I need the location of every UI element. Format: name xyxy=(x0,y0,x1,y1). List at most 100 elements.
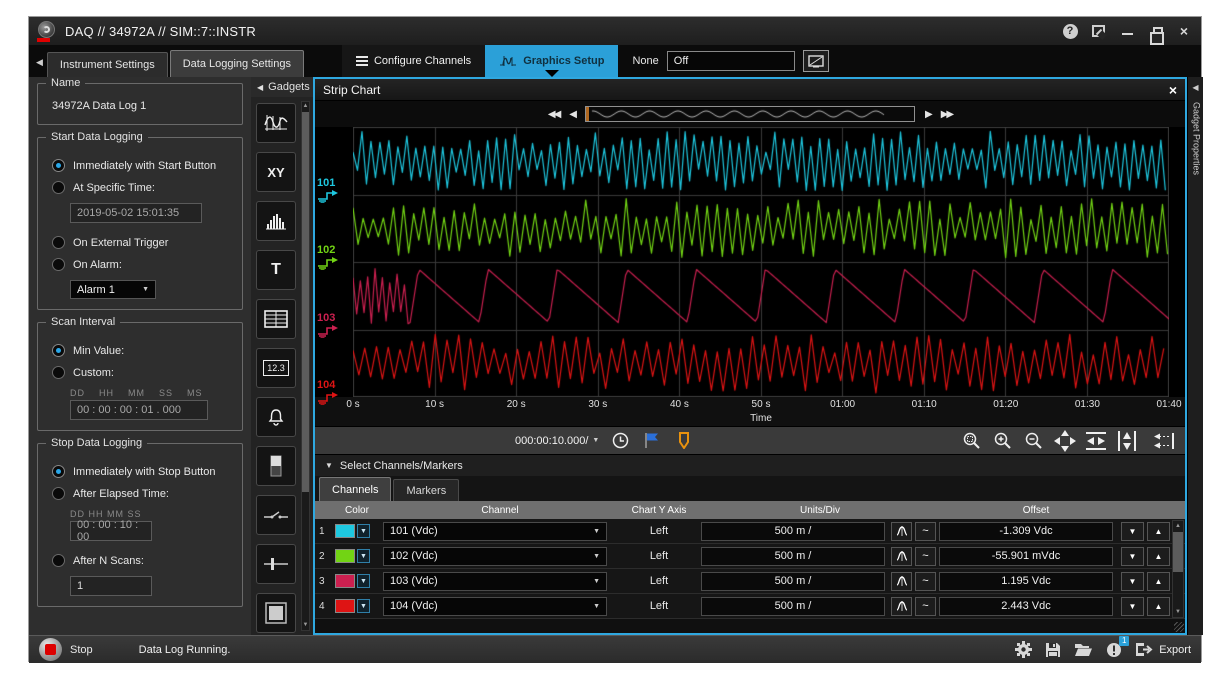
gadgets-header[interactable]: ◀ Gadgets xyxy=(251,77,313,97)
offset-decrease-button[interactable]: ▼ xyxy=(1121,547,1144,566)
gadget-toggle-button[interactable] xyxy=(256,446,296,486)
scroll-up-icon[interactable]: ▲ xyxy=(1173,521,1183,531)
save-button[interactable] xyxy=(1045,642,1061,658)
open-button[interactable] xyxy=(1074,642,1093,657)
help-button[interactable]: ? xyxy=(1061,23,1079,39)
scroll-down-icon[interactable]: ▼ xyxy=(302,621,309,630)
offset-decrease-button[interactable]: ▼ xyxy=(1121,597,1144,616)
export-button[interactable]: Export xyxy=(1135,642,1191,657)
chart-plot-area[interactable]: 101 102 103 xyxy=(315,127,1185,397)
offset-decrease-button[interactable]: ▼ xyxy=(1121,522,1144,541)
radio-start-on-alarm[interactable]: On Alarm: xyxy=(52,258,228,271)
expand-properties-icon[interactable]: ◀ xyxy=(1188,83,1203,92)
autoscale-button[interactable] xyxy=(891,547,912,566)
radio-scan-custom[interactable]: Custom: xyxy=(52,366,228,379)
color-dropdown-button[interactable]: ▼ xyxy=(357,549,370,563)
scroll-forward-button[interactable]: ▶ xyxy=(925,109,931,120)
gadget-alarm-button[interactable] xyxy=(256,397,296,437)
offset-field[interactable]: -55.901 mVdc xyxy=(939,547,1113,566)
radio-start-specific-time[interactable]: At Specific Time: xyxy=(52,181,228,194)
scroll-down-icon[interactable]: ▼ xyxy=(1173,607,1183,617)
table-scrollbar[interactable]: ▲ ▼ xyxy=(1172,520,1184,618)
scroll-first-button[interactable]: ◀◀ xyxy=(548,109,559,120)
tab-markers[interactable]: Markers xyxy=(393,479,459,501)
gadget-numeric-button[interactable]: 12.3 xyxy=(256,348,296,388)
offset-increase-button[interactable]: ▲ xyxy=(1147,572,1170,591)
offset-field[interactable]: 1.195 Vdc xyxy=(939,572,1113,591)
fit-all-button[interactable] xyxy=(1054,430,1076,452)
color-dropdown-button[interactable]: ▼ xyxy=(357,574,370,588)
gadget-table-button[interactable] xyxy=(256,299,296,339)
tab-channels[interactable]: Channels xyxy=(319,477,391,501)
elapsed-time-field[interactable]: 00 : 00 : 10 : 00 xyxy=(70,521,152,541)
ac-coupling-button[interactable]: ~ xyxy=(915,572,936,591)
chart-overview-scrollbar[interactable] xyxy=(585,106,915,122)
fit-horizontal-button[interactable] xyxy=(1085,430,1107,452)
offset-increase-button[interactable]: ▲ xyxy=(1147,547,1170,566)
n-scans-field[interactable]: 1 xyxy=(70,576,152,596)
autoscale-button[interactable] xyxy=(891,522,912,541)
display-capture-button[interactable] xyxy=(803,50,829,72)
gadget-switch-button[interactable] xyxy=(256,495,296,535)
tab-configure-channels[interactable]: Configure Channels xyxy=(342,45,485,77)
gadget-slider-button[interactable] xyxy=(256,544,296,584)
collapse-left-icon[interactable]: ◀ xyxy=(36,57,43,68)
strip-chart-close-button[interactable]: × xyxy=(1169,82,1177,98)
add-shield-marker-button[interactable] xyxy=(673,430,695,452)
channel-select[interactable]: 101 (Vdc)▼ xyxy=(383,522,607,541)
tab-graphics-setup[interactable]: Graphics Setup xyxy=(485,45,618,77)
scroll-back-button[interactable]: ◀ xyxy=(569,109,575,120)
gadget-xy-button[interactable]: XY xyxy=(256,152,296,192)
scroll-last-button[interactable]: ▶▶ xyxy=(941,109,952,120)
color-dropdown-button[interactable]: ▼ xyxy=(357,599,370,613)
zoom-out-button[interactable] xyxy=(1023,430,1045,452)
color-dropdown-button[interactable]: ▼ xyxy=(357,524,370,538)
overlay-select[interactable]: Off xyxy=(667,51,795,71)
ac-coupling-button[interactable]: ~ xyxy=(915,547,936,566)
stop-button[interactable] xyxy=(39,638,62,661)
channel-select[interactable]: 104 (Vdc)▼ xyxy=(383,597,607,616)
offset-increase-button[interactable]: ▲ xyxy=(1147,522,1170,541)
ac-coupling-button[interactable]: ~ xyxy=(915,522,936,541)
offset-decrease-button[interactable]: ▼ xyxy=(1121,572,1144,591)
start-time-field[interactable]: 2019-05-02 15:01:35 xyxy=(70,203,202,223)
gadget-button-button[interactable] xyxy=(256,593,296,633)
zoom-in-button[interactable] xyxy=(992,430,1014,452)
scrollbar-thumb[interactable] xyxy=(1173,532,1183,572)
units-div-field[interactable]: 500 m / xyxy=(701,522,885,541)
offset-field[interactable]: 2.443 Vdc xyxy=(939,597,1113,616)
radio-scan-min-value[interactable]: Min Value: xyxy=(52,344,228,357)
offset-increase-button[interactable]: ▲ xyxy=(1147,597,1170,616)
scroll-up-icon[interactable]: ▲ xyxy=(302,102,309,111)
radio-stop-immediately[interactable]: Immediately with Stop Button xyxy=(52,465,228,478)
timebase-select[interactable]: 000:00:10.000/ ▼ xyxy=(515,435,599,447)
scan-interval-field[interactable]: 00 : 00 : 00 : 01 . 000 xyxy=(70,400,208,420)
gadget-text-button[interactable]: T xyxy=(256,250,296,290)
channel-select[interactable]: 103 (Vdc)▼ xyxy=(383,572,607,591)
fit-vertical-button[interactable] xyxy=(1116,430,1138,452)
time-mode-button[interactable] xyxy=(609,430,631,452)
units-div-field[interactable]: 500 m / xyxy=(701,547,885,566)
radio-stop-elapsed-time[interactable]: After Elapsed Time: xyxy=(52,487,228,500)
radio-start-external-trigger[interactable]: On External Trigger xyxy=(52,236,228,249)
strip-chart-titlebar[interactable]: Strip Chart × xyxy=(315,79,1185,101)
offset-field[interactable]: -1.309 Vdc xyxy=(939,522,1113,541)
units-div-field[interactable]: 500 m / xyxy=(701,572,885,591)
settings-button[interactable] xyxy=(1015,641,1032,658)
pan-to-start-button[interactable] xyxy=(1153,430,1175,452)
gadgets-scrollbar[interactable]: ▲ ▼ xyxy=(301,101,310,631)
zoom-box-button[interactable] xyxy=(961,430,983,452)
tab-data-logging-settings[interactable]: Data Logging Settings xyxy=(170,50,304,77)
alarm-select[interactable]: Alarm 1▼ xyxy=(70,280,156,299)
add-flag-marker-button[interactable] xyxy=(641,430,663,452)
gadget-strip-chart-button[interactable] xyxy=(256,103,296,143)
tab-instrument-settings[interactable]: Instrument Settings xyxy=(47,52,168,77)
feedback-button[interactable] xyxy=(1089,23,1107,39)
autoscale-button[interactable] xyxy=(891,597,912,616)
radio-start-immediately[interactable]: Immediately with Start Button xyxy=(52,159,228,172)
radio-stop-n-scans[interactable]: After N Scans: xyxy=(52,554,228,567)
units-div-field[interactable]: 500 m / xyxy=(701,597,885,616)
close-button[interactable]: × xyxy=(1175,23,1193,39)
ac-coupling-button[interactable]: ~ xyxy=(915,597,936,616)
gadget-properties-strip[interactable]: ◀ Gadget Properties xyxy=(1187,77,1203,635)
